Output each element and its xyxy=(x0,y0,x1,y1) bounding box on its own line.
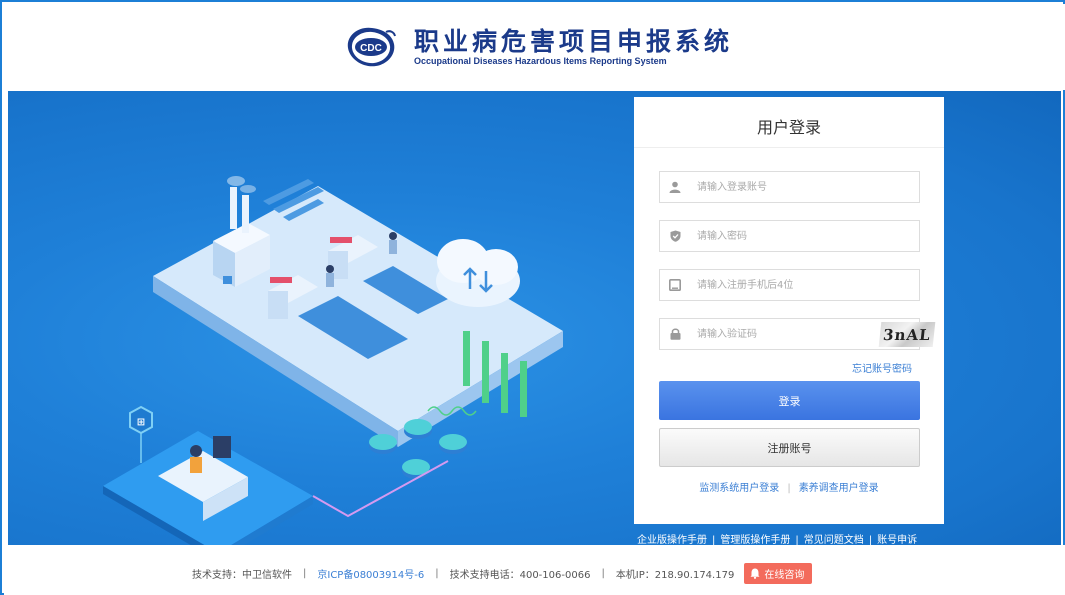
footer: 技术支持：中卫信软件 | 京ICP备08003914号-6 | 技术支持电话：4… xyxy=(4,545,1065,595)
user-icon xyxy=(660,172,690,202)
icp-link[interactable]: 京ICP备08003914号-6 xyxy=(317,566,424,581)
online-consult-button[interactable]: 在线咨询 xyxy=(744,563,813,584)
password-input[interactable] xyxy=(697,221,847,251)
tech-support-text: 技术支持：中卫信软件 xyxy=(192,570,292,581)
alt-login-links: 监测系统用户登录 | 素养调查用户登录 xyxy=(699,483,879,494)
account-field[interactable] xyxy=(659,171,920,203)
cdc-logo: CDC xyxy=(347,27,396,67)
system-subtitle: Occupational Diseases Hazardous Items Re… xyxy=(414,56,667,66)
login-divider xyxy=(634,147,944,148)
svg-text:⊞: ⊞ xyxy=(137,417,145,428)
logo-text: CDC xyxy=(360,43,382,54)
forgot-password-link[interactable]: 忘记账号密码 xyxy=(852,360,912,375)
footer-info: 技术支持：中卫信软件 | 京ICP备08003914号-6 | 技术支持电话：4… xyxy=(192,563,813,584)
captcha-image[interactable]: 3nAL xyxy=(878,322,936,347)
phone-input[interactable] xyxy=(697,270,847,300)
shield-icon xyxy=(660,221,690,251)
bell-icon xyxy=(750,568,760,579)
manual-links: 企业版操作手册 | 管理版操作手册 | 常见问题文档 | 账号申诉 xyxy=(637,535,918,546)
support-phone-text: 技术支持电话：400-106-0066 xyxy=(449,570,591,581)
monitoring-login-link[interactable]: 监测系统用户登录 xyxy=(699,483,779,494)
register-button[interactable]: 注册账号 xyxy=(659,428,920,467)
login-title: 用户登录 xyxy=(756,118,821,137)
system-title: 职业病危害项目申报系统 xyxy=(414,27,734,56)
phone-icon xyxy=(660,270,690,300)
factory-illustration: ⊞ xyxy=(103,176,563,545)
phone-field[interactable] xyxy=(659,269,920,301)
login-panel: 用户登录 3nAL 忘记账号密码 xyxy=(634,97,944,524)
lock-icon xyxy=(660,319,690,349)
password-field[interactable] xyxy=(659,220,920,252)
header: CDC 职业病危害项目申报系统 Occupational Diseases Ha… xyxy=(4,4,1065,90)
login-button[interactable]: 登录 xyxy=(659,381,920,420)
ip-text: 本机IP：218.90.174.179 xyxy=(615,570,735,581)
captcha-field[interactable]: 3nAL xyxy=(659,318,936,350)
literacy-survey-login-link[interactable]: 素养调查用户登录 xyxy=(799,483,879,494)
consult-label: 在线咨询 xyxy=(764,570,805,581)
account-input[interactable] xyxy=(697,172,847,202)
captcha-input[interactable] xyxy=(697,319,847,349)
page-frame: CDC 职业病危害项目申报系统 Occupational Diseases Ha… xyxy=(0,0,1065,595)
